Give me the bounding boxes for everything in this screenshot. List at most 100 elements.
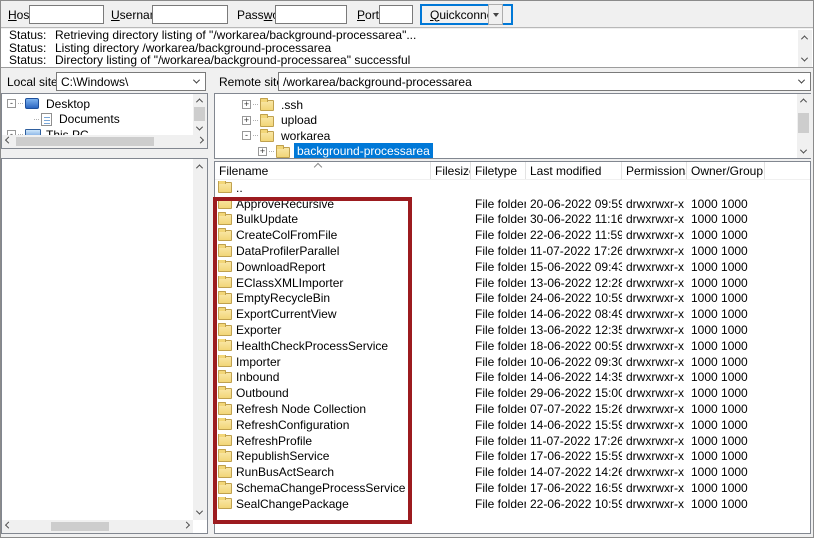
local-tree-vscrollbar[interactable] <box>193 94 207 135</box>
tree-item[interactable]: -Desktop <box>7 96 207 112</box>
table-row[interactable]: ExportCurrentViewFile folder14-06-2022 0… <box>215 306 810 322</box>
permissions-cell: drwxrwxr-x <box>622 197 687 211</box>
scroll-up-icon[interactable] <box>798 31 811 44</box>
last-modified-cell: 07-07-2022 15:26... <box>526 402 622 416</box>
filename-cell: EClassXMLImporter <box>215 276 431 290</box>
collapse-icon[interactable]: - <box>242 131 251 140</box>
filetype-cell: File folder <box>471 402 526 416</box>
scroll-down-icon[interactable] <box>798 53 811 66</box>
table-row[interactable]: EClassXMLImporterFile folder13-06-2022 1… <box>215 275 810 291</box>
permissions-cell: drwxrwxr-x <box>622 465 687 479</box>
tree-item-label: workarea <box>278 128 333 144</box>
column-header-filetype[interactable]: Filetype <box>471 162 526 179</box>
status-scrollbar[interactable] <box>798 30 812 67</box>
local-site-combobox[interactable]: C:\Windows\ <box>56 72 206 91</box>
status-line: Status: Retrieving directory listing of … <box>1 29 813 42</box>
table-row[interactable]: BulkUpdateFile folder30-06-2022 11:16...… <box>215 212 810 228</box>
table-row[interactable]: InboundFile folder14-06-2022 14:35...drw… <box>215 370 810 386</box>
collapse-icon[interactable]: - <box>7 99 16 108</box>
table-row[interactable]: HealthCheckProcessServiceFile folder18-0… <box>215 338 810 354</box>
username-input[interactable] <box>152 5 228 24</box>
table-row[interactable]: RefreshConfigurationFile folder14-06-202… <box>215 417 810 433</box>
scrollbar-thumb[interactable] <box>194 107 205 121</box>
scrollbar-thumb[interactable] <box>51 522 109 531</box>
expand-icon[interactable]: + <box>258 147 267 156</box>
scroll-up-icon[interactable] <box>797 94 810 107</box>
table-row[interactable]: CreateColFromFileFile folder22-06-2022 1… <box>215 227 810 243</box>
table-row[interactable]: ExporterFile folder13-06-2022 12:35...dr… <box>215 322 810 338</box>
local-site-path: C:\Windows\ <box>61 75 128 89</box>
filename-cell: SchemaChangeProcessService <box>215 481 431 495</box>
table-row[interactable]: RepublishServiceFile folder17-06-2022 15… <box>215 449 810 465</box>
expand-icon[interactable]: + <box>242 100 251 109</box>
table-row[interactable]: .. <box>215 180 810 196</box>
scroll-down-icon[interactable] <box>797 145 810 158</box>
status-line-label: Status: <box>1 29 55 42</box>
local-list-vscrollbar[interactable] <box>193 159 207 520</box>
remote-site-combobox[interactable]: /workarea/background-processarea <box>278 72 811 91</box>
remote-tree-vscrollbar[interactable] <box>797 94 811 158</box>
filename-cell: Importer <box>215 355 431 369</box>
scroll-right-icon[interactable] <box>180 520 193 533</box>
table-row[interactable]: SealChangePackageFile folder22-06-2022 1… <box>215 496 810 512</box>
remote-file-list-body: ..ApproveRecursiveFile folder20-06-2022 … <box>215 180 810 512</box>
filename-cell: SealChangePackage <box>215 497 431 511</box>
owner-group-cell: 1000 1000 <box>687 386 765 400</box>
folder-icon <box>218 182 232 193</box>
documents-icon <box>41 113 52 126</box>
password-input[interactable] <box>275 5 347 24</box>
host-input[interactable] <box>29 5 104 24</box>
table-row[interactable]: ApproveRecursiveFile folder20-06-2022 09… <box>215 196 810 212</box>
local-file-list-panel[interactable] <box>1 158 208 534</box>
table-row[interactable]: EmptyRecycleBinFile folder24-06-2022 10:… <box>215 291 810 307</box>
port-input[interactable] <box>379 5 413 24</box>
scroll-down-icon[interactable] <box>193 506 206 519</box>
filetype-cell: File folder <box>471 291 526 305</box>
column-header-filesize[interactable]: Filesize <box>431 162 471 179</box>
filename-text: DataProfilerParallel <box>236 244 339 258</box>
tree-item[interactable]: +upload <box>242 113 810 129</box>
chevron-down-icon <box>798 77 805 84</box>
scrollbar-thumb[interactable] <box>798 113 809 133</box>
table-row[interactable]: DataProfilerParallelFile folder11-07-202… <box>215 243 810 259</box>
table-row[interactable]: RunBusActSearchFile folder14-07-2022 14:… <box>215 464 810 480</box>
scroll-up-icon[interactable] <box>193 94 206 107</box>
quickconnect-dropdown-button[interactable] <box>488 4 503 25</box>
remote-file-list-panel: Filename Filesize Filetype Last modified… <box>214 161 811 534</box>
folder-icon <box>218 325 232 336</box>
last-modified-cell: 14-07-2022 14:26... <box>526 465 622 479</box>
permissions-cell: drwxrwxr-x <box>622 307 687 321</box>
scroll-right-icon[interactable] <box>194 135 207 148</box>
scroll-left-icon[interactable] <box>2 520 15 533</box>
folder-icon <box>218 214 232 225</box>
column-header-owner-group[interactable]: Owner/Group <box>687 162 765 179</box>
table-row[interactable]: RefreshProfileFile folder11-07-2022 17:2… <box>215 433 810 449</box>
local-list-hscrollbar[interactable] <box>2 520 193 533</box>
owner-group-cell: 1000 1000 <box>687 291 765 305</box>
column-header-filename[interactable]: Filename <box>215 162 431 179</box>
filename-text: Refresh Node Collection <box>236 402 366 416</box>
column-header-permissions[interactable]: Permissions <box>622 162 687 179</box>
tree-item[interactable]: - workarea <box>242 128 810 144</box>
remote-site-path: /workarea/background-processarea <box>283 75 472 89</box>
table-row[interactable]: Refresh Node Collection File folder07-07-… <box>215 401 810 417</box>
scroll-left-icon[interactable] <box>2 135 15 148</box>
tree-item[interactable]: +background-processarea <box>242 144 810 160</box>
table-row[interactable]: ImporterFile folder10-06-2022 09:30...dr… <box>215 354 810 370</box>
folder-icon <box>260 131 274 142</box>
tree-item[interactable]: Documents <box>7 112 207 128</box>
local-tree-hscrollbar[interactable] <box>2 135 207 148</box>
scroll-down-icon[interactable] <box>193 122 206 135</box>
expand-icon[interactable]: + <box>242 116 251 125</box>
table-row[interactable]: SchemaChangeProcessServiceFile folder17-… <box>215 480 810 496</box>
table-row[interactable]: DownloadReportFile folder15-06-2022 09:4… <box>215 259 810 275</box>
scrollbar-thumb[interactable] <box>16 137 154 146</box>
column-header-last-modified[interactable]: Last modified <box>526 162 622 179</box>
table-row[interactable]: OutboundFile folder29-06-2022 15:00...dr… <box>215 385 810 401</box>
tree-item[interactable]: +.ssh <box>242 97 810 113</box>
filename-text: Exporter <box>236 323 281 337</box>
filetype-cell: File folder <box>471 197 526 211</box>
filetype-cell: File folder <box>471 307 526 321</box>
scroll-up-icon[interactable] <box>193 160 206 173</box>
owner-group-cell: 1000 1000 <box>687 197 765 211</box>
